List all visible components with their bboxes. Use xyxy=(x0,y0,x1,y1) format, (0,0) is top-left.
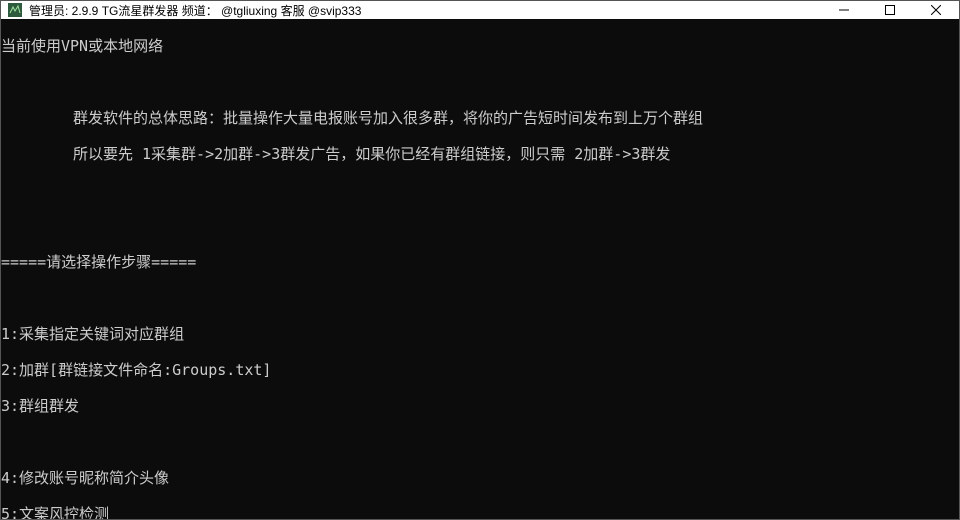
app-window: 管理员: 2.9.9 TG流星群发器 频道： @tgliuxing 客服 @sv… xyxy=(0,0,960,520)
maximize-icon xyxy=(885,5,895,15)
minimize-icon xyxy=(839,5,849,15)
console-line xyxy=(1,73,959,91)
maximize-button[interactable] xyxy=(867,1,913,19)
menu-option-5: 5:文案风控检测 xyxy=(1,505,959,519)
close-icon xyxy=(931,5,941,15)
console-line: 所以要先 1采集群->2加群->3群发广告，如果你已经有群组链接，则只需 2加群… xyxy=(1,145,959,163)
close-button[interactable] xyxy=(913,1,959,19)
console-prompt: =====请选择操作步骤===== xyxy=(1,253,959,271)
minimize-button[interactable] xyxy=(821,1,867,19)
menu-option-2: 2:加群[群链接文件命名:Groups.txt] xyxy=(1,361,959,379)
menu-option-1: 1:采集指定关键词对应群组 xyxy=(1,325,959,343)
console-area[interactable]: 当前使用VPN或本地网络 群发软件的总体思路：批量操作大量电报账号加入很多群，将… xyxy=(1,19,959,519)
console-line xyxy=(1,289,959,307)
menu-option-4: 4:修改账号昵称简介头像 xyxy=(1,469,959,487)
console-line: 群发软件的总体思路：批量操作大量电报账号加入很多群，将你的广告短时间发布到上万个… xyxy=(1,109,959,127)
console-line xyxy=(1,433,959,451)
window-title: 管理员: 2.9.9 TG流星群发器 频道： @tgliuxing 客服 @sv… xyxy=(29,2,361,19)
console-line: 当前使用VPN或本地网络 xyxy=(1,37,959,55)
console-line xyxy=(1,217,959,235)
app-icon xyxy=(7,2,23,18)
menu-option-3: 3:群组群发 xyxy=(1,397,959,415)
window-controls xyxy=(821,1,959,19)
titlebar[interactable]: 管理员: 2.9.9 TG流星群发器 频道： @tgliuxing 客服 @sv… xyxy=(1,1,959,19)
console-line xyxy=(1,181,959,199)
